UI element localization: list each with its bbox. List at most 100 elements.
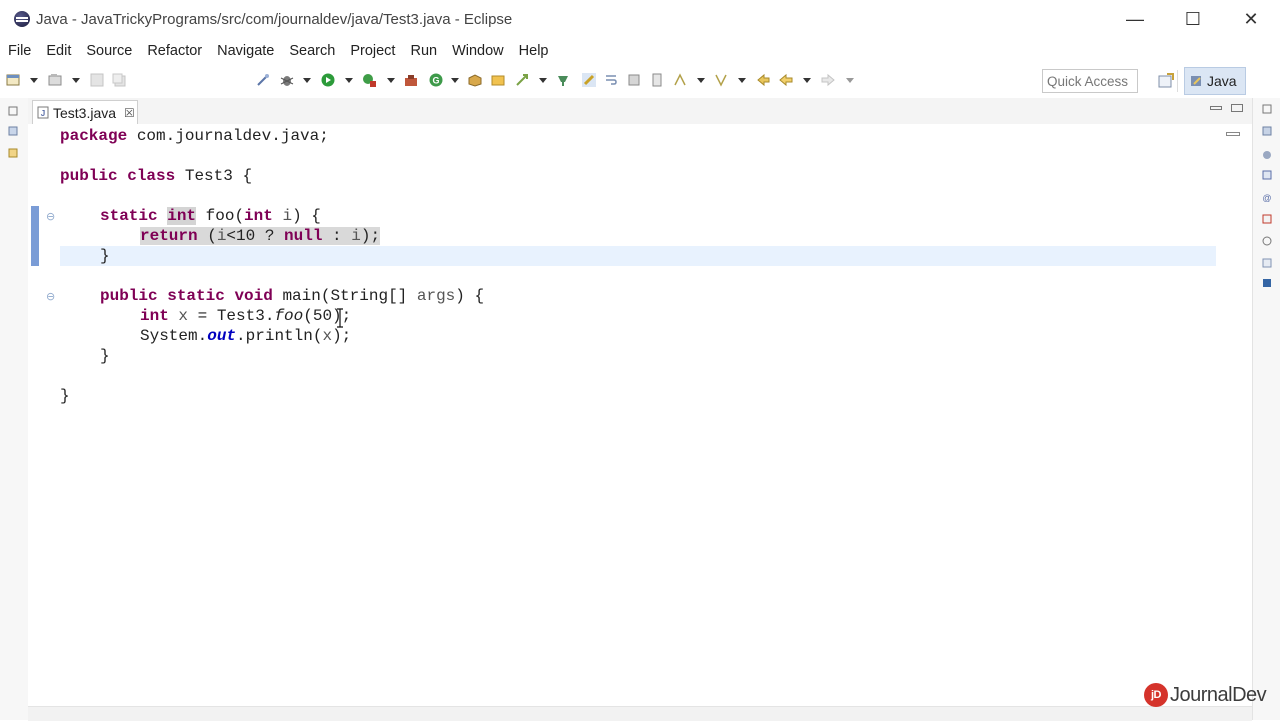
perspective-label: Java: [1207, 73, 1237, 89]
prev-annotation-icon[interactable]: [714, 73, 728, 87]
save-all-icon[interactable]: [112, 73, 126, 87]
new-package-icon[interactable]: [468, 73, 482, 87]
watermark-brand: JournalDev: [1170, 683, 1267, 706]
svg-text:@: @: [1262, 193, 1271, 202]
last-edit-location-icon[interactable]: [756, 73, 770, 87]
coverage-icon[interactable]: [362, 73, 376, 87]
editor-tab-bar: J Test3.java ☒: [28, 98, 1252, 125]
menu-project[interactable]: Project: [342, 43, 402, 59]
code-line-11: System.out.println(x);: [140, 327, 352, 345]
java-perspective-button[interactable]: Java: [1184, 67, 1246, 95]
java-perspective-icon: [1191, 76, 1201, 86]
code-line-5: static int foo(int i) {: [100, 207, 321, 225]
external-tools-icon[interactable]: [404, 73, 418, 87]
eclipse-app-icon: [14, 11, 30, 27]
journaldev-watermark: jD JournalDev: [1144, 682, 1267, 708]
code-line-7: }: [100, 247, 110, 265]
svg-text:J: J: [41, 109, 45, 118]
code-line-10: int x = Test3.foo(50);: [140, 307, 352, 325]
new-wizard-dropdown-icon[interactable]: [451, 78, 459, 83]
tab-label: Test3.java: [53, 104, 117, 121]
menu-navigate[interactable]: Navigate: [209, 43, 281, 59]
tab-close-icon[interactable]: ☒: [124, 106, 135, 120]
journaldev-logo: jD: [1144, 683, 1168, 707]
debug-icon[interactable]: [280, 73, 294, 87]
search-view-icon[interactable]: [1262, 278, 1272, 288]
type-hierarchy-icon[interactable]: [8, 148, 18, 158]
close-button[interactable]: ✕: [1222, 0, 1280, 38]
occurrence-int: int: [167, 207, 197, 225]
forward-dropdown-icon[interactable]: [846, 78, 854, 83]
problems-icon[interactable]: [1262, 170, 1272, 180]
maximize-editor-icon[interactable]: [1231, 104, 1243, 112]
menu-help[interactable]: Help: [511, 43, 556, 59]
new-class-icon[interactable]: [491, 73, 505, 87]
block-selection-icon[interactable]: [627, 73, 641, 87]
next-annotation-icon[interactable]: [673, 73, 687, 87]
menu-run[interactable]: Run: [402, 43, 444, 59]
code-line-12: }: [100, 347, 110, 365]
code-line-6: return (i<10 ? null : i);: [140, 227, 381, 245]
restore-icon[interactable]: [8, 106, 18, 116]
back-dropdown-icon[interactable]: [803, 78, 811, 83]
run-dropdown-icon[interactable]: [345, 78, 353, 83]
next-annotation-dropdown-icon[interactable]: [697, 78, 705, 83]
fold-toggle-foo[interactable]: ⊖: [46, 210, 55, 223]
back-icon[interactable]: [779, 73, 793, 87]
right-trim-stack: @: [1252, 98, 1280, 720]
mark-occurrences-icon[interactable]: [582, 73, 596, 87]
declaration-icon[interactable]: [1262, 214, 1272, 224]
open-task-icon[interactable]: [515, 73, 529, 87]
coverage-dropdown-icon[interactable]: [387, 78, 395, 83]
progress-icon[interactable]: [1262, 258, 1272, 268]
javadoc-icon[interactable]: @: [1262, 192, 1272, 202]
minimize-editor-icon[interactable]: [1210, 106, 1222, 110]
run-icon[interactable]: [321, 73, 335, 87]
code-editor[interactable]: package com.journaldev.java; public clas…: [60, 124, 1216, 706]
menu-source[interactable]: Source: [78, 43, 139, 59]
console-icon[interactable]: [1262, 236, 1272, 246]
editor-horizontal-scrollbar[interactable]: [28, 706, 1252, 721]
tab-test3-java[interactable]: J Test3.java ☒: [32, 100, 138, 124]
open-dropdown-icon[interactable]: [72, 78, 80, 83]
task-list-icon[interactable]: [1262, 150, 1272, 160]
current-line-highlight: [60, 246, 1216, 266]
prev-annotation-dropdown-icon[interactable]: [738, 78, 746, 83]
new-dropdown-icon[interactable]: [30, 78, 38, 83]
maximize-button[interactable]: ☐: [1164, 0, 1222, 38]
quick-diff-change-bar: [31, 206, 39, 266]
search-icon[interactable]: [556, 73, 570, 87]
open-type-icon[interactable]: [48, 73, 62, 87]
word-wrap-icon[interactable]: [604, 73, 618, 87]
package-explorer-icon[interactable]: [8, 126, 18, 136]
menu-refactor[interactable]: Refactor: [139, 43, 209, 59]
title-bar: Java - JavaTrickyPrograms/src/com/journa…: [0, 0, 1280, 38]
code-line-3: public class Test3 {: [60, 167, 253, 185]
save-icon[interactable]: [90, 73, 104, 87]
new-java-project-icon[interactable]: G: [429, 73, 443, 87]
minimize-button[interactable]: —: [1106, 0, 1164, 38]
window-title: Java - JavaTrickyPrograms/src/com/journa…: [36, 10, 513, 28]
task-dropdown-icon[interactable]: [539, 78, 547, 83]
code-line-14: }: [60, 387, 70, 405]
menu-bar: File Edit Source Refactor Navigate Searc…: [0, 38, 1280, 64]
menu-window[interactable]: Window: [444, 43, 511, 59]
menu-file[interactable]: File: [0, 43, 38, 59]
code-line-9: public static void main(String[] args) {: [100, 287, 485, 305]
overview-summary-icon: [1226, 132, 1240, 136]
fold-toggle-main[interactable]: ⊖: [46, 290, 55, 303]
window-controls: — ☐ ✕: [1106, 0, 1280, 38]
menu-edit[interactable]: Edit: [38, 43, 78, 59]
show-whitespace-icon[interactable]: [650, 73, 664, 87]
menu-search[interactable]: Search: [281, 43, 342, 59]
java-file-icon: J: [37, 106, 49, 119]
new-icon[interactable]: [6, 73, 20, 87]
outline-icon[interactable]: [1262, 126, 1272, 136]
quick-access-field[interactable]: Quick Access: [1042, 69, 1138, 93]
restore-right-icon[interactable]: [1262, 104, 1272, 114]
debug-dropdown-icon[interactable]: [303, 78, 311, 83]
forward-icon[interactable]: [821, 73, 835, 87]
open-perspective-icon[interactable]: [1155, 70, 1178, 92]
left-trim-stack: [0, 98, 29, 720]
debug-skip-icon[interactable]: [256, 73, 270, 87]
